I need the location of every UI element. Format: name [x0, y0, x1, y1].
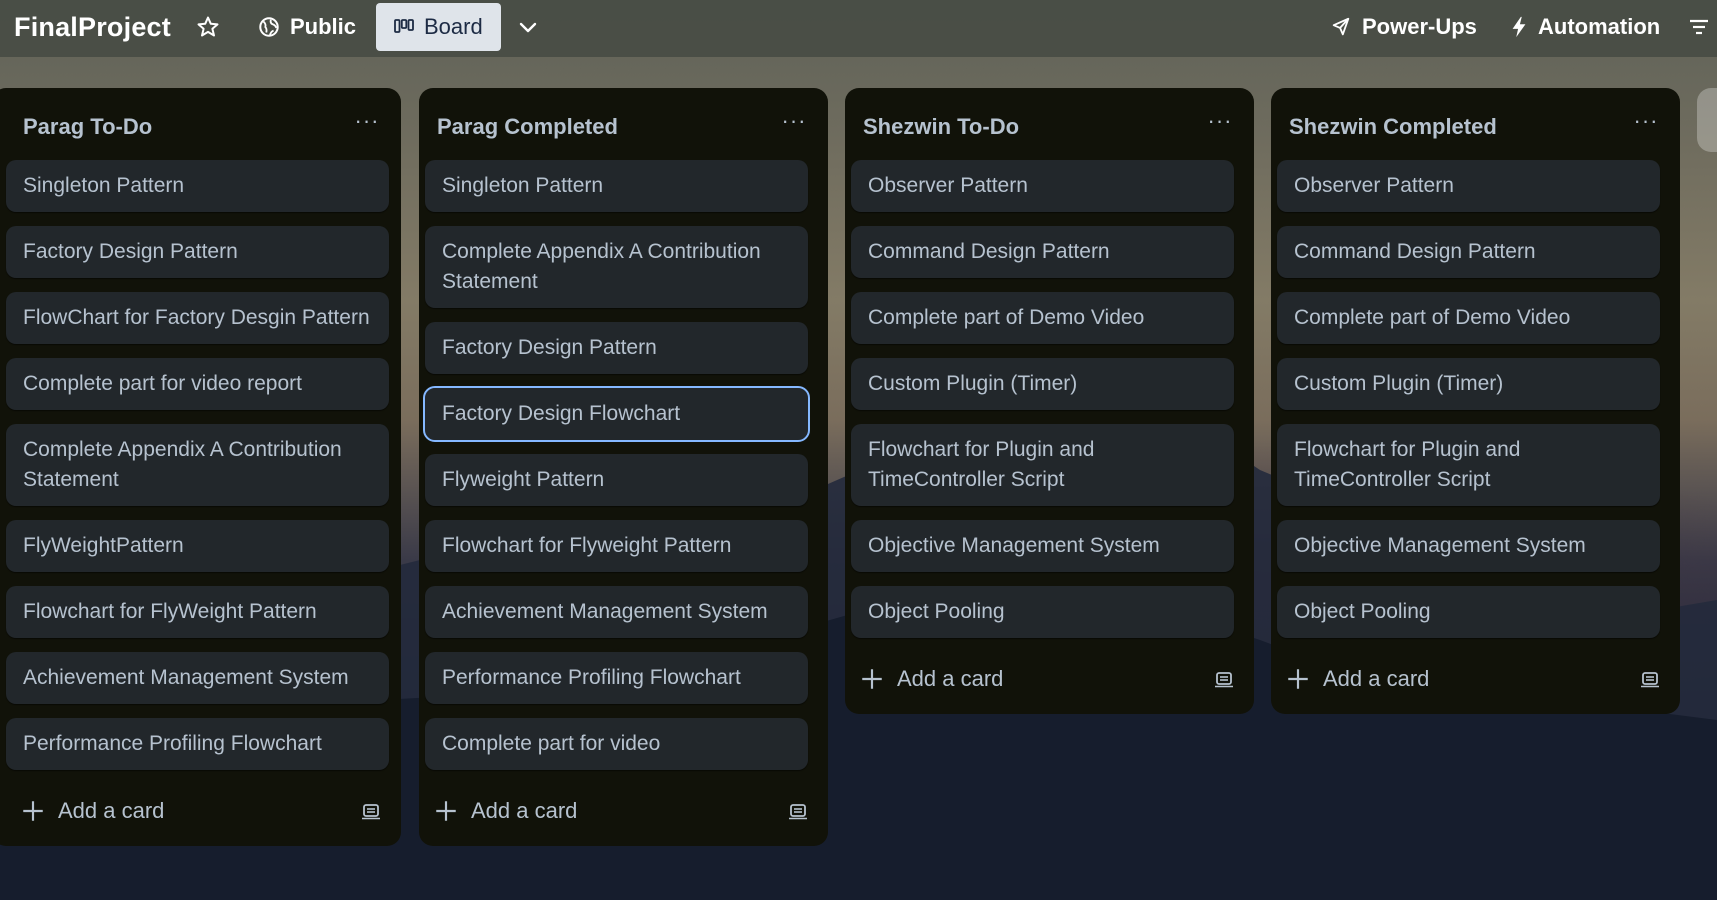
card[interactable]: Factory Design Pattern — [425, 322, 808, 374]
card[interactable]: Custom Plugin (Timer) — [1277, 358, 1660, 410]
add-card-label: Add a card — [471, 798, 578, 823]
more-icon: ··· — [354, 108, 380, 133]
card[interactable]: Complete part for video report — [6, 358, 389, 410]
list-menu-button[interactable]: ··· — [351, 108, 383, 140]
card-template-icon[interactable] — [1640, 669, 1660, 689]
plus-icon — [1288, 669, 1308, 689]
card[interactable]: Achievement Management System — [6, 652, 389, 704]
list-title[interactable]: Shezwin To-Do — [863, 112, 1236, 142]
card[interactable]: Command Design Pattern — [1277, 226, 1660, 278]
card[interactable]: Factory Design Pattern — [6, 226, 389, 278]
card-template-icon[interactable] — [361, 801, 381, 821]
card[interactable]: Complete part of Demo Video — [1277, 292, 1660, 344]
card[interactable]: Complete Appendix A Contribution Stateme… — [425, 226, 808, 308]
list-menu-button[interactable]: ··· — [1630, 108, 1662, 140]
card[interactable]: Observer Pattern — [851, 160, 1234, 212]
view-switcher-button[interactable] — [516, 3, 540, 51]
automation-button[interactable]: Automation — [1510, 3, 1660, 51]
card[interactable]: FlyWeightPattern — [6, 520, 389, 572]
board-title[interactable]: FinalProject — [14, 12, 171, 43]
card[interactable]: Flowchart for Plugin and TimeController … — [851, 424, 1234, 506]
card[interactable]: Complete part for video — [425, 718, 808, 770]
add-card-label: Add a card — [58, 798, 165, 823]
card[interactable]: Flowchart for Plugin and TimeController … — [1277, 424, 1660, 506]
plus-icon — [436, 801, 456, 821]
card[interactable]: Performance Profiling Flowchart — [425, 652, 808, 704]
list-header: Parag Completed ··· — [437, 108, 810, 142]
card[interactable]: Object Pooling — [1277, 586, 1660, 638]
board-view-label: Board — [424, 14, 483, 39]
card[interactable]: Objective Management System — [851, 520, 1234, 572]
power-ups-label: Power-Ups — [1362, 14, 1477, 39]
filter-icon — [1690, 19, 1708, 35]
card[interactable]: Objective Management System — [1277, 520, 1660, 572]
add-list-button[interactable] — [1697, 88, 1717, 152]
add-card-button[interactable]: Add a card — [857, 659, 1242, 699]
add-card-button[interactable]: Add a card — [1283, 659, 1668, 699]
visibility-button[interactable]: Public — [258, 3, 356, 51]
list-parag-completed[interactable]: Parag Completed ··· Singleton Pattern Co… — [419, 88, 828, 846]
card[interactable]: Singleton Pattern — [425, 160, 808, 212]
board-header: FinalProject Public Board Power-Ups Auto… — [0, 0, 1717, 57]
card[interactable]: Command Design Pattern — [851, 226, 1234, 278]
add-card-label: Add a card — [897, 666, 1004, 691]
board-view-button[interactable]: Board — [376, 3, 501, 51]
add-card-button[interactable]: Add a card — [431, 791, 816, 831]
star-button[interactable] — [196, 3, 220, 51]
star-icon — [197, 16, 219, 37]
card[interactable]: Singleton Pattern — [6, 160, 389, 212]
add-card-label: Add a card — [1323, 666, 1430, 691]
card[interactable]: FlowChart for Factory Desgin Pattern — [6, 292, 389, 344]
card[interactable]: Achievement Management System — [425, 586, 808, 638]
chevron-down-icon — [519, 22, 537, 33]
rocket-icon — [1332, 17, 1350, 36]
globe-icon — [259, 17, 279, 37]
more-icon: ··· — [1633, 108, 1659, 133]
filter-button[interactable] — [1688, 3, 1710, 51]
list-title[interactable]: Shezwin Completed — [1289, 112, 1662, 142]
card-template-icon[interactable] — [1214, 669, 1234, 689]
power-ups-button[interactable]: Power-Ups — [1330, 3, 1477, 51]
card[interactable]: Object Pooling — [851, 586, 1234, 638]
card[interactable]: Flowchart for FlyWeight Pattern — [6, 586, 389, 638]
list-title[interactable]: Parag Completed — [437, 112, 810, 142]
plus-icon — [23, 801, 43, 821]
card[interactable]: Complete Appendix A Contribution Stateme… — [6, 424, 389, 506]
automation-label: Automation — [1538, 14, 1661, 39]
visibility-label: Public — [290, 14, 357, 39]
card[interactable]: Custom Plugin (Timer) — [851, 358, 1234, 410]
card[interactable]: Flyweight Pattern — [425, 454, 808, 506]
more-icon: ··· — [1207, 108, 1233, 133]
board-view-icon — [394, 19, 414, 33]
list-shezwin-completed[interactable]: Shezwin Completed ··· Observer Pattern C… — [1271, 88, 1680, 714]
list-header: Shezwin Completed ··· — [1289, 108, 1662, 142]
plus-icon — [862, 669, 882, 689]
list-parag-todo[interactable]: Parag To-Do ··· Singleton Pattern Factor… — [0, 88, 401, 846]
card[interactable]: Flowchart for Flyweight Pattern — [425, 520, 808, 572]
add-card-button[interactable]: Add a card — [18, 791, 389, 831]
more-icon: ··· — [781, 108, 807, 133]
lightning-icon — [1512, 16, 1526, 38]
list-header: Shezwin To-Do ··· — [863, 108, 1236, 142]
list-header: Parag To-Do ··· — [23, 108, 383, 142]
card[interactable]: Observer Pattern — [1277, 160, 1660, 212]
list-menu-button[interactable]: ··· — [778, 108, 810, 140]
card-template-icon[interactable] — [788, 801, 808, 821]
list-shezwin-todo[interactable]: Shezwin To-Do ··· Observer Pattern Comma… — [845, 88, 1254, 714]
card[interactable]: Performance Profiling Flowchart — [6, 718, 389, 770]
card-selected[interactable]: Factory Design Flowchart — [423, 386, 810, 442]
list-title[interactable]: Parag To-Do — [23, 112, 383, 142]
list-menu-button[interactable]: ··· — [1204, 108, 1236, 140]
card[interactable]: Complete part of Demo Video — [851, 292, 1234, 344]
